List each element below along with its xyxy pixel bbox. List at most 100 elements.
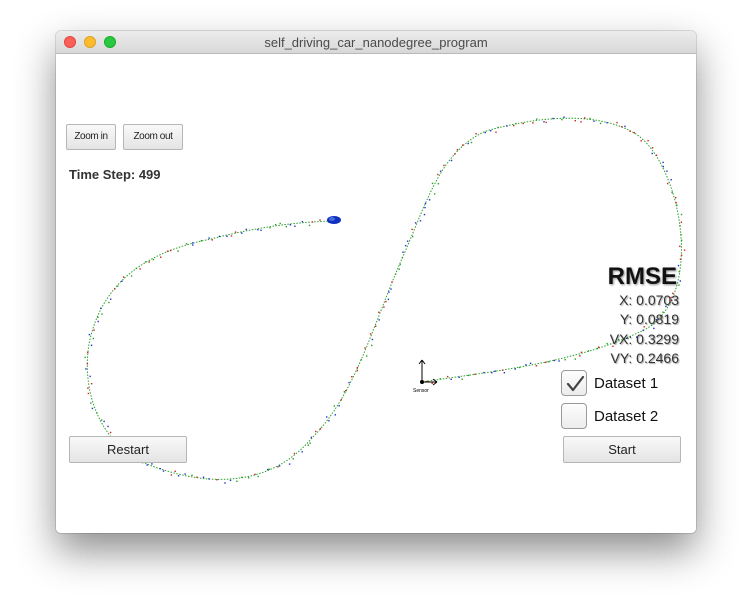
measurement-point — [424, 202, 427, 205]
measurement-point — [92, 337, 94, 340]
measurement-point — [680, 221, 683, 223]
measurement-point — [391, 281, 393, 283]
measurement-point — [224, 482, 226, 484]
rmse-title: RMSE — [607, 263, 677, 290]
measurement-point — [574, 358, 576, 360]
measurement-point — [467, 374, 470, 377]
measurement-point — [241, 232, 243, 234]
measurement-point — [369, 333, 372, 335]
measurement-point — [414, 222, 417, 224]
measurement-point — [439, 378, 441, 380]
dataset-2-option[interactable]: Dataset 2 — [561, 403, 681, 431]
measurement-point — [340, 399, 342, 401]
measurement-point — [292, 458, 294, 460]
measurement-point — [490, 130, 492, 132]
measurement-point — [310, 436, 313, 439]
measurement-point — [100, 307, 102, 309]
measurement-point — [371, 344, 373, 347]
start-button[interactable]: Start — [563, 436, 681, 463]
measurement-point — [192, 244, 194, 246]
measurement-point — [289, 224, 291, 226]
measurement-point — [587, 350, 590, 352]
measurement-point — [343, 391, 346, 393]
measurement-point — [406, 240, 409, 242]
measurement-point — [552, 117, 554, 120]
measurement-point — [88, 333, 91, 336]
measurement-point — [655, 154, 658, 156]
measurement-point — [390, 288, 392, 290]
measurement-point — [584, 117, 586, 119]
measurement-point — [184, 473, 186, 475]
measurement-point — [503, 372, 506, 374]
measurement-point — [411, 228, 413, 231]
measurement-point — [629, 130, 631, 132]
measurement-point — [677, 264, 680, 267]
dataset-2-label: Dataset 2 — [594, 408, 659, 425]
title-bar[interactable]: self_driving_car_nanodegree_program — [56, 31, 696, 54]
zoom-in-button[interactable]: Zoom in — [66, 124, 116, 150]
measurement-point — [675, 197, 677, 199]
measurement-point — [483, 371, 485, 374]
measurement-point — [294, 225, 296, 227]
measurement-point — [596, 347, 598, 350]
measurement-point — [86, 363, 89, 365]
measurement-point — [236, 480, 238, 482]
measurement-point — [443, 164, 445, 167]
measurement-point — [402, 251, 404, 253]
dataset-1-option[interactable]: Dataset 1 — [561, 370, 681, 398]
measurement-point — [670, 179, 672, 181]
measurement-point — [467, 142, 469, 145]
restart-button[interactable]: Restart — [69, 436, 187, 463]
measurement-point — [101, 313, 103, 315]
measurement-point — [506, 125, 508, 127]
measurement-point — [398, 268, 400, 270]
measurement-point — [177, 250, 179, 252]
measurement-point — [428, 199, 431, 201]
measurement-point — [497, 126, 499, 129]
measurement-point — [85, 368, 87, 370]
rmse-vy-value: VY: 0.2466 — [610, 350, 679, 366]
measurement-point — [491, 372, 493, 374]
measurement-point — [96, 412, 98, 414]
measurement-point — [676, 204, 678, 206]
measurement-point — [599, 122, 602, 125]
measurement-point — [84, 356, 86, 359]
zoom-out-button[interactable]: Zoom out — [123, 124, 183, 150]
measurement-point — [580, 351, 583, 353]
measurement-point — [307, 444, 309, 446]
measurement-point — [301, 220, 304, 223]
measurement-point — [447, 375, 449, 378]
measurement-point — [87, 392, 90, 395]
measurement-point — [356, 369, 359, 372]
measurement-point — [558, 360, 560, 362]
measurement-point — [680, 213, 683, 216]
measurement-point — [333, 405, 335, 407]
rmse-vx-value: VX: 0.3299 — [609, 331, 679, 347]
measurement-point — [683, 249, 686, 251]
measurement-point — [431, 182, 434, 185]
measurement-point — [216, 479, 218, 481]
measurement-point — [411, 235, 414, 238]
dataset-2-checkbox[interactable] — [561, 403, 587, 429]
measurement-point — [311, 221, 314, 223]
measurement-point — [589, 117, 591, 120]
measurement-point — [458, 376, 460, 378]
measurement-point — [130, 275, 133, 277]
dataset-1-checkbox[interactable] — [561, 370, 587, 396]
measurement-point — [423, 213, 426, 216]
measurement-point — [515, 122, 517, 125]
measurement-point — [177, 475, 180, 477]
measurement-point — [606, 122, 608, 124]
measurement-point — [159, 468, 161, 470]
measurement-point — [561, 118, 563, 121]
measurement-point — [671, 191, 673, 194]
measurement-point — [191, 474, 193, 476]
measurement-point — [218, 235, 221, 238]
measurement-point — [90, 344, 93, 346]
measurement-point — [536, 118, 538, 120]
measurement-point — [338, 405, 340, 407]
measurement-point — [267, 468, 269, 471]
measurement-point — [399, 263, 401, 266]
measurement-point — [529, 362, 532, 365]
measurement-point — [647, 140, 649, 142]
